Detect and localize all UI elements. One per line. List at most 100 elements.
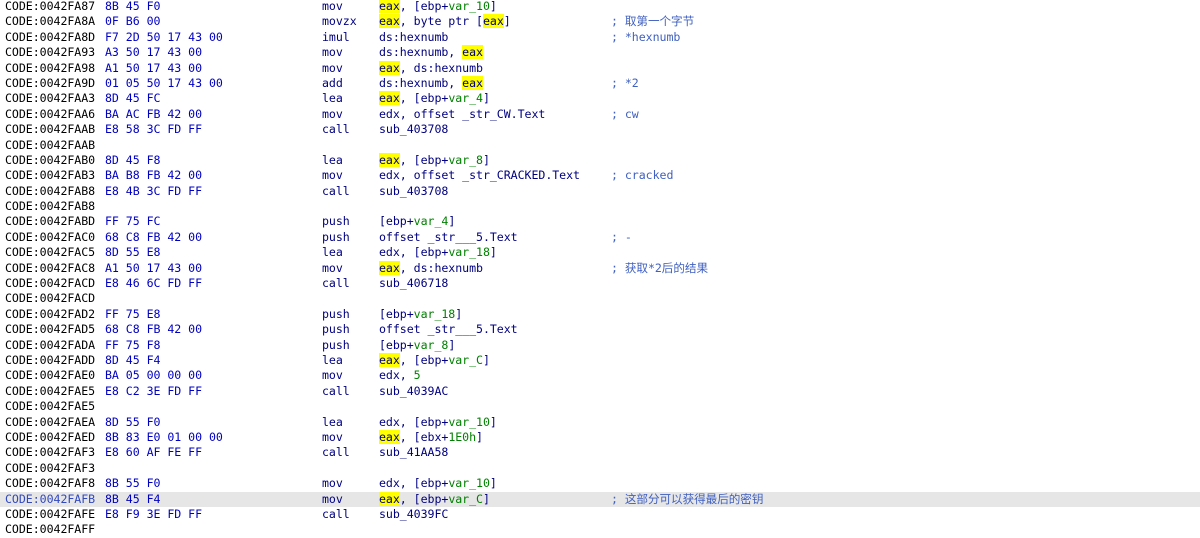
local-variable[interactable]: var_10 <box>448 415 490 429</box>
instruction-mnemonic[interactable]: lea <box>322 153 343 168</box>
line-address[interactable]: CODE:0042FAB8 <box>5 199 95 214</box>
instruction-operands[interactable]: [ebp+var_18] <box>379 307 462 322</box>
local-variable[interactable]: var_4 <box>414 214 449 228</box>
disasm-line[interactable]: CODE:0042FAA6 BA AC FB 42 00 mov edx, offse… <box>0 107 1200 122</box>
instruction-operands[interactable]: [ebp+var_8] <box>379 338 455 353</box>
highlighted-register[interactable]: eax <box>379 152 400 167</box>
instruction-operands[interactable]: ds:hexnumb, eax <box>379 45 483 60</box>
instruction-operands[interactable]: sub_403708 <box>379 184 448 199</box>
instruction-mnemonic[interactable]: mov <box>322 430 343 445</box>
line-address[interactable]: CODE:0042FAFB <box>5 492 95 507</box>
instruction-operands[interactable]: edx, [ebp+var_10] <box>379 476 497 491</box>
disasm-line[interactable]: CODE:0042FAF8 8B 55 F0 mov edx, [ebp+var_10… <box>0 476 1200 491</box>
disasm-line[interactable]: CODE:0042FAC5 8D 55 E8 lea edx, [ebp+var_18… <box>0 245 1200 260</box>
instruction-operands[interactable]: sub_4039AC <box>379 384 448 399</box>
disasm-line[interactable]: CODE:0042FAA3 8D 45 FC lea eax, [ebp+var_4] <box>0 91 1200 106</box>
instruction-mnemonic[interactable]: mov <box>322 168 343 183</box>
instruction-operands[interactable]: eax, [ebp+var_C] <box>379 352 490 368</box>
local-variable[interactable]: var_4 <box>448 91 483 105</box>
disasm-line[interactable]: CODE:0042FAB0 8D 45 F8 lea eax, [ebp+var_8] <box>0 152 1200 168</box>
highlighted-register[interactable]: eax <box>379 14 400 29</box>
line-address[interactable]: CODE:0042FA8D <box>5 30 95 45</box>
instruction-operands[interactable]: eax, [ebp+var_8] <box>379 152 490 168</box>
line-address[interactable]: CODE:0042FACD <box>5 291 95 306</box>
instruction-operands[interactable]: edx, offset _str_CW.Text <box>379 107 545 122</box>
disasm-line[interactable]: CODE:0042FA93 A3 50 17 43 00 mov ds:hexnumb… <box>0 45 1200 60</box>
disasm-line[interactable]: CODE:0042FA8D F7 2D 50 17 43 00 imul ds:hex… <box>0 30 1200 45</box>
line-address[interactable]: CODE:0042FAB8 <box>5 184 95 199</box>
instruction-mnemonic[interactable]: mov <box>322 261 343 276</box>
instruction-mnemonic[interactable]: mov <box>322 492 343 507</box>
line-address[interactable]: CODE:0042FAB0 <box>5 153 95 168</box>
disasm-line[interactable]: CODE:0042FAFE E8 F9 3E FD FF call sub_4039F… <box>0 507 1200 522</box>
disasm-line[interactable]: CODE:0042FAE0 BA 05 00 00 00 mov edx, 5 <box>0 368 1200 383</box>
highlighted-register[interactable]: eax <box>482 14 504 29</box>
instruction-mnemonic[interactable]: lea <box>322 245 343 260</box>
instruction-operands[interactable]: eax, ds:hexnumb <box>379 260 483 276</box>
disasm-line[interactable]: CODE:0042FA98 A1 50 17 43 00 mov eax, ds:he… <box>0 60 1200 76</box>
line-address[interactable]: CODE:0042FABD <box>5 214 95 229</box>
disasm-line[interactable]: CODE:0042FADD 8D 45 F4 lea eax, [ebp+var_C] <box>0 352 1200 368</box>
local-variable[interactable]: var_C <box>448 492 483 506</box>
instruction-operands[interactable]: eax, ds:hexnumb <box>379 60 483 76</box>
highlighted-register[interactable]: eax <box>379 260 400 275</box>
disasm-line[interactable]: CODE:0042FA9D 01 05 50 17 43 00 add ds:hexn… <box>0 75 1200 91</box>
highlighted-register[interactable]: eax <box>379 352 400 367</box>
instruction-mnemonic[interactable]: push <box>322 230 350 245</box>
disasm-line[interactable]: CODE:0042FAF3 <box>0 461 1200 476</box>
instruction-operands[interactable]: sub_403708 <box>379 122 448 137</box>
instruction-mnemonic[interactable]: add <box>322 76 343 91</box>
instruction-mnemonic[interactable]: lea <box>322 91 343 106</box>
local-variable[interactable]: var_18 <box>414 307 456 321</box>
disasm-line[interactable]: CODE:0042FABD FF 75 FC push [ebp+var_4] <box>0 214 1200 229</box>
instruction-operands[interactable]: eax, [ebp+var_C] <box>379 491 490 507</box>
instruction-mnemonic[interactable]: movzx <box>322 14 357 29</box>
highlighted-register[interactable]: eax <box>379 491 400 506</box>
disasm-line[interactable]: CODE:0042FAED 8B 83 E0 01 00 00 mov eax, [e… <box>0 429 1200 445</box>
instruction-mnemonic[interactable]: mov <box>322 107 343 122</box>
instruction-operands[interactable]: edx, offset _str_CRACKED.Text <box>379 168 580 183</box>
instruction-operands[interactable]: eax, [ebp+var_10] <box>379 0 497 14</box>
instruction-mnemonic[interactable]: imul <box>322 30 350 45</box>
disasm-line[interactable]: CODE:0042FAEA 8D 55 F0 lea edx, [ebp+var_10… <box>0 415 1200 430</box>
instruction-operands[interactable]: [ebp+var_4] <box>379 214 455 229</box>
line-address[interactable]: CODE:0042FAD2 <box>5 307 95 322</box>
highlighted-register[interactable]: eax <box>462 75 483 90</box>
instruction-mnemonic[interactable]: mov <box>322 368 343 383</box>
instruction-mnemonic[interactable]: mov <box>322 45 343 60</box>
instruction-operands[interactable]: eax, [ebp+var_4] <box>379 91 490 106</box>
line-address[interactable]: CODE:0042FAE5 <box>5 384 95 399</box>
local-variable[interactable]: var_8 <box>448 153 483 167</box>
highlighted-register[interactable]: eax <box>379 0 400 13</box>
line-address[interactable]: CODE:0042FAED <box>5 430 95 445</box>
instruction-mnemonic[interactable]: call <box>322 507 350 522</box>
disasm-line[interactable]: CODE:0042FAAB E8 58 3C FD FF call sub_40370… <box>0 122 1200 137</box>
highlighted-register[interactable]: eax <box>462 45 483 60</box>
disasm-line[interactable]: CODE:0042FAF3 E8 60 AF FE FF call sub_41AA5… <box>0 445 1200 460</box>
instruction-mnemonic[interactable]: lea <box>322 415 343 430</box>
line-address[interactable]: CODE:0042FADA <box>5 338 95 353</box>
disasm-line[interactable]: CODE:0042FAB8 E8 4B 3C FD FF call sub_40370… <box>0 184 1200 199</box>
instruction-mnemonic[interactable]: call <box>322 445 350 460</box>
line-address[interactable]: CODE:0042FAE5 <box>5 399 95 414</box>
line-address[interactable]: CODE:0042FAF3 <box>5 461 95 476</box>
instruction-mnemonic[interactable]: mov <box>322 0 343 14</box>
disasm-line[interactable]: CODE:0042FAB3 BA B8 FB 42 00 mov edx, offse… <box>0 168 1200 183</box>
line-address[interactable]: CODE:0042FAA6 <box>5 107 95 122</box>
line-address[interactable]: CODE:0042FAFF <box>5 522 95 537</box>
disasm-line[interactable]: CODE:0042FADA FF 75 F8 push [ebp+var_8] <box>0 338 1200 353</box>
line-address[interactable]: CODE:0042FACD <box>5 276 95 291</box>
line-address[interactable]: CODE:0042FAFE <box>5 507 95 522</box>
line-address[interactable]: CODE:0042FAC5 <box>5 245 95 260</box>
highlighted-register[interactable]: eax <box>379 91 400 106</box>
instruction-mnemonic[interactable]: call <box>322 122 350 137</box>
disasm-line[interactable]: CODE:0042FA8A 0F B6 00 movzx eax, byte ptr … <box>0 14 1200 29</box>
instruction-mnemonic[interactable]: call <box>322 384 350 399</box>
line-address[interactable]: CODE:0042FA98 <box>5 61 95 76</box>
instruction-operands[interactable]: ds:hexnumb, eax <box>379 75 483 91</box>
line-address[interactable]: CODE:0042FAB3 <box>5 168 95 183</box>
disasm-line[interactable]: CODE:0042FAB8 <box>0 199 1200 214</box>
instruction-mnemonic[interactable]: call <box>322 276 350 291</box>
disasm-line[interactable]: CODE:0042FAD5 68 C8 FB 42 00 push offset _s… <box>0 322 1200 337</box>
disasm-line-selected[interactable]: CODE:0042FAFB 8B 45 F4 mov eax, [ebp+var_C]… <box>0 491 1200 507</box>
